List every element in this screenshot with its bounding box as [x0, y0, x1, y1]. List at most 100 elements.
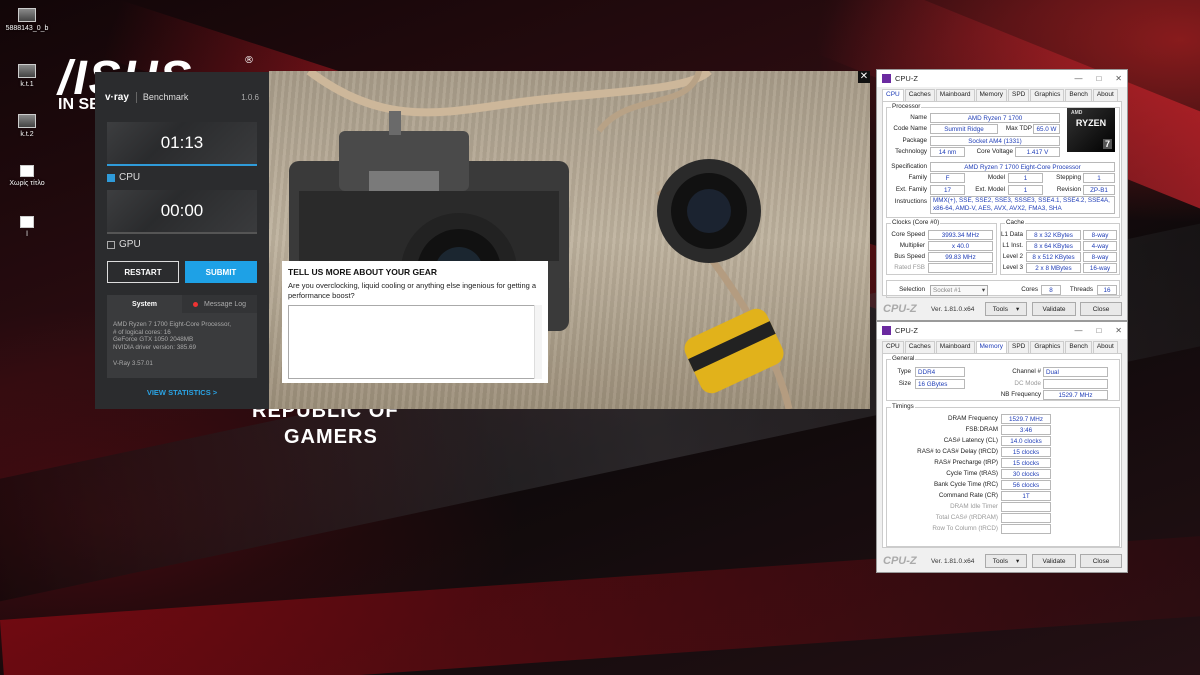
cpuz-window-cpu: CPU-Z — □ ✕ CPU Caches Mainboard Memory …: [876, 69, 1128, 321]
tab-memory[interactable]: Memory: [975, 89, 1007, 101]
image-file-icon: [18, 8, 36, 22]
document-icon: [20, 165, 34, 177]
cpuz-title: CPU-Z: [895, 74, 918, 83]
label: Max TDP: [1005, 125, 1032, 132]
close-button[interactable]: Close: [1080, 554, 1122, 568]
value: 8-way: [1083, 230, 1117, 240]
tab-message-log[interactable]: Message Log: [182, 295, 257, 313]
value: Summit Ridge: [930, 124, 998, 134]
label: CAS# Latency (CL): [943, 437, 998, 444]
value: F: [930, 173, 965, 183]
label: DRAM Idle Timer: [950, 503, 998, 510]
label: Family: [908, 174, 927, 181]
value: DDR4: [915, 367, 965, 377]
close-icon[interactable]: ✕: [1115, 74, 1122, 83]
feedback-title: TELL US MORE ABOUT YOUR GEAR: [288, 267, 438, 277]
tab-bench[interactable]: Bench: [1065, 341, 1092, 353]
tab-cpu[interactable]: CPU: [882, 89, 904, 101]
group-title: Clocks (Core #0): [891, 219, 941, 226]
socket-select[interactable]: Socket #1 ▾: [930, 285, 988, 296]
label: Multiplier: [899, 242, 925, 249]
submit-button[interactable]: SUBMIT: [185, 261, 257, 283]
system-info: AMD Ryzen 7 1700 Eight-Core Processor, #…: [107, 313, 257, 378]
desktop-icon-file[interactable]: 5888143_0_b: [0, 8, 57, 32]
tab-caches[interactable]: Caches: [904, 341, 935, 353]
value: x 40.0: [928, 241, 993, 251]
tab-cpu[interactable]: CPU: [882, 341, 904, 353]
validate-button[interactable]: Validate: [1032, 302, 1076, 316]
view-statistics-link[interactable]: VIEW STATISTICS >: [95, 388, 269, 397]
tab-mainboard[interactable]: Mainboard: [935, 341, 975, 353]
label: Bank Cycle Time (tRC): [933, 481, 998, 488]
value: 4-way: [1083, 241, 1117, 251]
tools-button[interactable]: Tools ▾: [985, 302, 1027, 316]
maximize-icon[interactable]: □: [1096, 326, 1101, 335]
label: Selection: [899, 286, 925, 293]
cpuz-cpu-panel: Processor AMD RYZEN 7 Name AMD Ryzen 7 1…: [882, 101, 1122, 298]
tab-graphics[interactable]: Graphics: [1030, 341, 1065, 353]
tab-mainboard[interactable]: Mainboard: [935, 89, 975, 101]
value: 3993.34 MHz: [928, 230, 993, 240]
label: Threads: [1069, 286, 1093, 293]
tools-button[interactable]: Tools ▾: [985, 554, 1027, 568]
value: MMX(+), SSE, SSE2, SSE3, SSSE3, SSE4.1, …: [930, 196, 1115, 214]
vray-header: v·ray Benchmark 1.0.6: [95, 72, 269, 122]
tab-about[interactable]: About: [1092, 89, 1118, 101]
value: 1529.7 MHz: [1001, 414, 1051, 424]
desktop-icon-label: 5888143_0_b: [5, 25, 49, 32]
restart-button[interactable]: RESTART: [107, 261, 179, 283]
cpuz-app-icon: [882, 74, 891, 83]
cpuz-version: Ver. 1.81.0.x64: [931, 557, 975, 565]
tab-about[interactable]: About: [1092, 341, 1118, 353]
desktop-icon-label: l: [26, 231, 28, 238]
minimize-icon[interactable]: —: [1074, 74, 1082, 83]
checkbox-checked-icon: [107, 173, 115, 182]
label: Command Rate (CR): [938, 492, 998, 499]
value: 1T: [1001, 491, 1051, 501]
minimize-icon[interactable]: —: [1074, 326, 1082, 335]
cpuz-titlebar[interactable]: CPU-Z — □ ✕: [877, 70, 1127, 87]
label: Instructions: [894, 198, 927, 205]
value: 15 clocks: [1001, 447, 1051, 457]
feedback-dialog: TELL US MORE ABOUT YOUR GEAR Are you ove…: [282, 261, 548, 383]
label: Cores: [1021, 286, 1038, 293]
close-button[interactable]: Close: [1080, 302, 1122, 316]
close-icon[interactable]: ✕: [1115, 326, 1122, 335]
feedback-textarea[interactable]: [288, 305, 542, 379]
tab-caches[interactable]: Caches: [904, 89, 935, 101]
system-info-line: # of logical cores: 16: [113, 328, 171, 336]
desktop-icon-file[interactable]: k.t.1: [0, 64, 57, 88]
cpuz-tabs: CPU Caches Mainboard Memory SPD Graphics…: [877, 87, 1127, 101]
label: Revision: [1056, 186, 1081, 193]
system-info-line: GeForce GTX 1050 2048MB: [113, 336, 194, 344]
desktop-icon-file[interactable]: k.t.2: [0, 114, 57, 138]
cpuz-footer: CPU-Z Ver. 1.81.0.x64 Tools ▾ Validate C…: [877, 298, 1127, 320]
value: ZP-B1: [1083, 185, 1115, 195]
value: Dual: [1043, 367, 1108, 377]
desktop-icon-file[interactable]: l: [0, 216, 57, 238]
amd-logo-text: AMD: [1071, 110, 1083, 116]
value: Socket AM4 (1331): [930, 136, 1060, 146]
value: [928, 263, 993, 273]
validate-button[interactable]: Validate: [1032, 554, 1076, 568]
value: 3:46: [1001, 425, 1051, 435]
tab-bench[interactable]: Bench: [1065, 89, 1092, 101]
cpuz-titlebar[interactable]: CPU-Z — □ ✕: [877, 322, 1127, 339]
tab-memory[interactable]: Memory: [975, 341, 1007, 353]
tab-spd[interactable]: SPD: [1007, 89, 1030, 101]
tab-graphics[interactable]: Graphics: [1030, 89, 1065, 101]
cpu-checkbox[interactable]: CPU: [107, 172, 140, 183]
gpu-checkbox[interactable]: GPU: [107, 239, 141, 250]
label: Technology: [895, 148, 927, 155]
feedback-scrollbar[interactable]: [534, 305, 542, 379]
cpuz-brand: CPU-Z: [883, 303, 917, 315]
tab-system[interactable]: System: [107, 295, 182, 313]
value: AMD Ryzen 7 1700: [930, 113, 1060, 123]
value: 99.83 MHz: [928, 252, 993, 262]
value: 8-way: [1083, 252, 1117, 262]
close-icon[interactable]: ✕: [858, 71, 870, 83]
maximize-icon[interactable]: □: [1096, 74, 1101, 83]
asus-tagline: IN SE: [58, 96, 100, 113]
tab-spd[interactable]: SPD: [1007, 341, 1030, 353]
desktop-icon-file[interactable]: Χωρίς τίτλο: [0, 165, 57, 187]
